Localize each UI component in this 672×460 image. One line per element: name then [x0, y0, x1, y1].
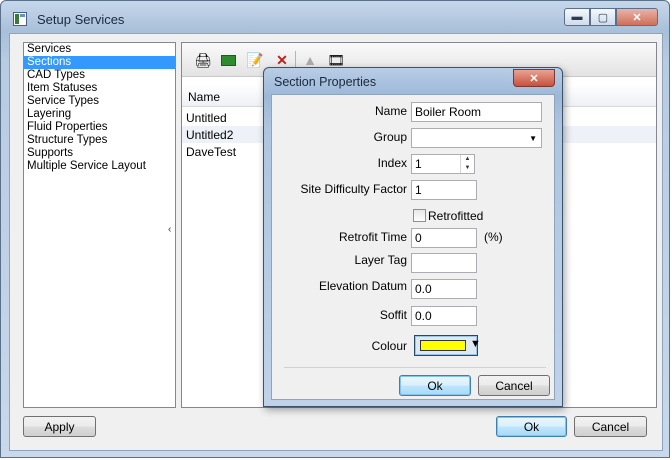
name-label: Name	[374, 104, 407, 118]
nav-item[interactable]: Service Types	[24, 95, 175, 108]
retrofitted-checkbox[interactable]	[413, 209, 426, 222]
add-section-icon[interactable]	[221, 55, 236, 66]
chevron-down-icon: ▼	[470, 338, 481, 350]
app-icon	[13, 12, 27, 26]
nav-item[interactable]: CAD Types	[24, 69, 175, 82]
maximize-icon: ▢	[597, 11, 609, 24]
retrofit-time-unit: (%)	[484, 230, 503, 244]
dialog-client: Name Boiler Room Group ▼ Index 1 ▲ ▼ Sit…	[271, 94, 555, 400]
minimize-button[interactable]: ▬	[564, 8, 590, 26]
cancel-button[interactable]: Cancel	[574, 416, 647, 437]
collapse-arrow-icon[interactable]: ‹	[168, 224, 171, 235]
section-properties-dialog: Section Properties ✕ Name Boiler Room Gr…	[263, 67, 563, 407]
layer-tag-label: Layer Tag	[354, 253, 407, 267]
dialog-separator	[284, 367, 546, 368]
category-list[interactable]: Services Sections CAD Types Item Statuses Se…	[23, 42, 176, 408]
apply-button[interactable]: Apply	[23, 416, 96, 437]
retrofit-time-label: Retrofit Time	[338, 230, 407, 244]
nav-item[interactable]: Structure Types	[24, 134, 175, 147]
nav-item[interactable]: Layering	[24, 108, 175, 121]
spin-buttons[interactable]: ▲ ▼	[460, 155, 474, 173]
group-dropdown[interactable]: ▼	[411, 128, 542, 148]
nav-item[interactable]: Supports	[24, 147, 175, 160]
ok-button[interactable]: Ok	[496, 416, 567, 437]
layer-tag-input[interactable]	[411, 253, 477, 273]
pin-icon[interactable]: ▲	[301, 52, 319, 68]
close-button[interactable]: ✕	[616, 8, 658, 26]
elevation-datum-input[interactable]: 0.0	[411, 279, 477, 299]
retrofitted-label[interactable]: Retrofitted	[428, 209, 483, 223]
row-name: Untitled2	[186, 128, 234, 142]
minimize-icon: ▬	[571, 11, 583, 23]
window-title: Setup Services	[37, 12, 125, 27]
film-icon[interactable]: 🎞	[327, 52, 345, 68]
index-value: 1	[415, 157, 422, 171]
site-difficulty-input[interactable]: 1	[411, 180, 477, 200]
title-bar[interactable]: Setup Services ▬ ▢ ✕	[1, 1, 669, 33]
dialog-ok-button[interactable]: Ok	[399, 375, 471, 396]
dialog-close-button[interactable]: ✕	[513, 69, 555, 87]
site-difficulty-label: Site Difficulty Factor	[300, 182, 407, 196]
nav-item[interactable]: Multiple Service Layout	[24, 160, 175, 173]
index-label: Index	[377, 156, 407, 170]
colour-label: Colour	[371, 339, 407, 353]
print-icon[interactable]: 🖨	[194, 52, 212, 68]
nav-item[interactable]: Services	[24, 43, 175, 56]
elevation-datum-label: Elevation Datum	[318, 279, 407, 293]
nav-item[interactable]: Item Statuses	[24, 82, 175, 95]
soffit-input[interactable]: 0.0	[411, 306, 477, 326]
maximize-button[interactable]: ▢	[590, 8, 616, 26]
properties-icon[interactable]: 📝	[246, 52, 264, 68]
delete-icon[interactable]: ✕	[273, 52, 291, 68]
row-name: DaveTest	[186, 145, 237, 159]
name-input[interactable]: Boiler Room	[411, 102, 542, 122]
spin-up-icon[interactable]: ▲	[461, 155, 474, 164]
index-stepper[interactable]: 1 ▲ ▼	[411, 154, 475, 174]
column-header-name[interactable]: Name	[188, 90, 220, 104]
dialog-title: Section Properties	[274, 75, 377, 89]
colour-picker[interactable]: ▼	[414, 335, 481, 356]
soffit-label: Soffit	[379, 308, 407, 322]
colour-swatch	[420, 340, 466, 351]
chevron-down-icon: ▼	[529, 134, 537, 143]
row-name: Untitled	[186, 111, 227, 125]
close-icon: ✕	[529, 72, 539, 85]
group-label: Group	[373, 130, 407, 144]
splitter[interactable]: ‹	[167, 42, 178, 408]
nav-item[interactable]: Fluid Properties	[24, 121, 175, 134]
close-icon: ✕	[632, 11, 642, 24]
retrofit-time-input[interactable]: 0	[411, 228, 477, 248]
dialog-cancel-button[interactable]: Cancel	[478, 375, 550, 396]
nav-item[interactable]: Sections	[24, 56, 175, 69]
spin-down-icon[interactable]: ▼	[461, 164, 474, 173]
